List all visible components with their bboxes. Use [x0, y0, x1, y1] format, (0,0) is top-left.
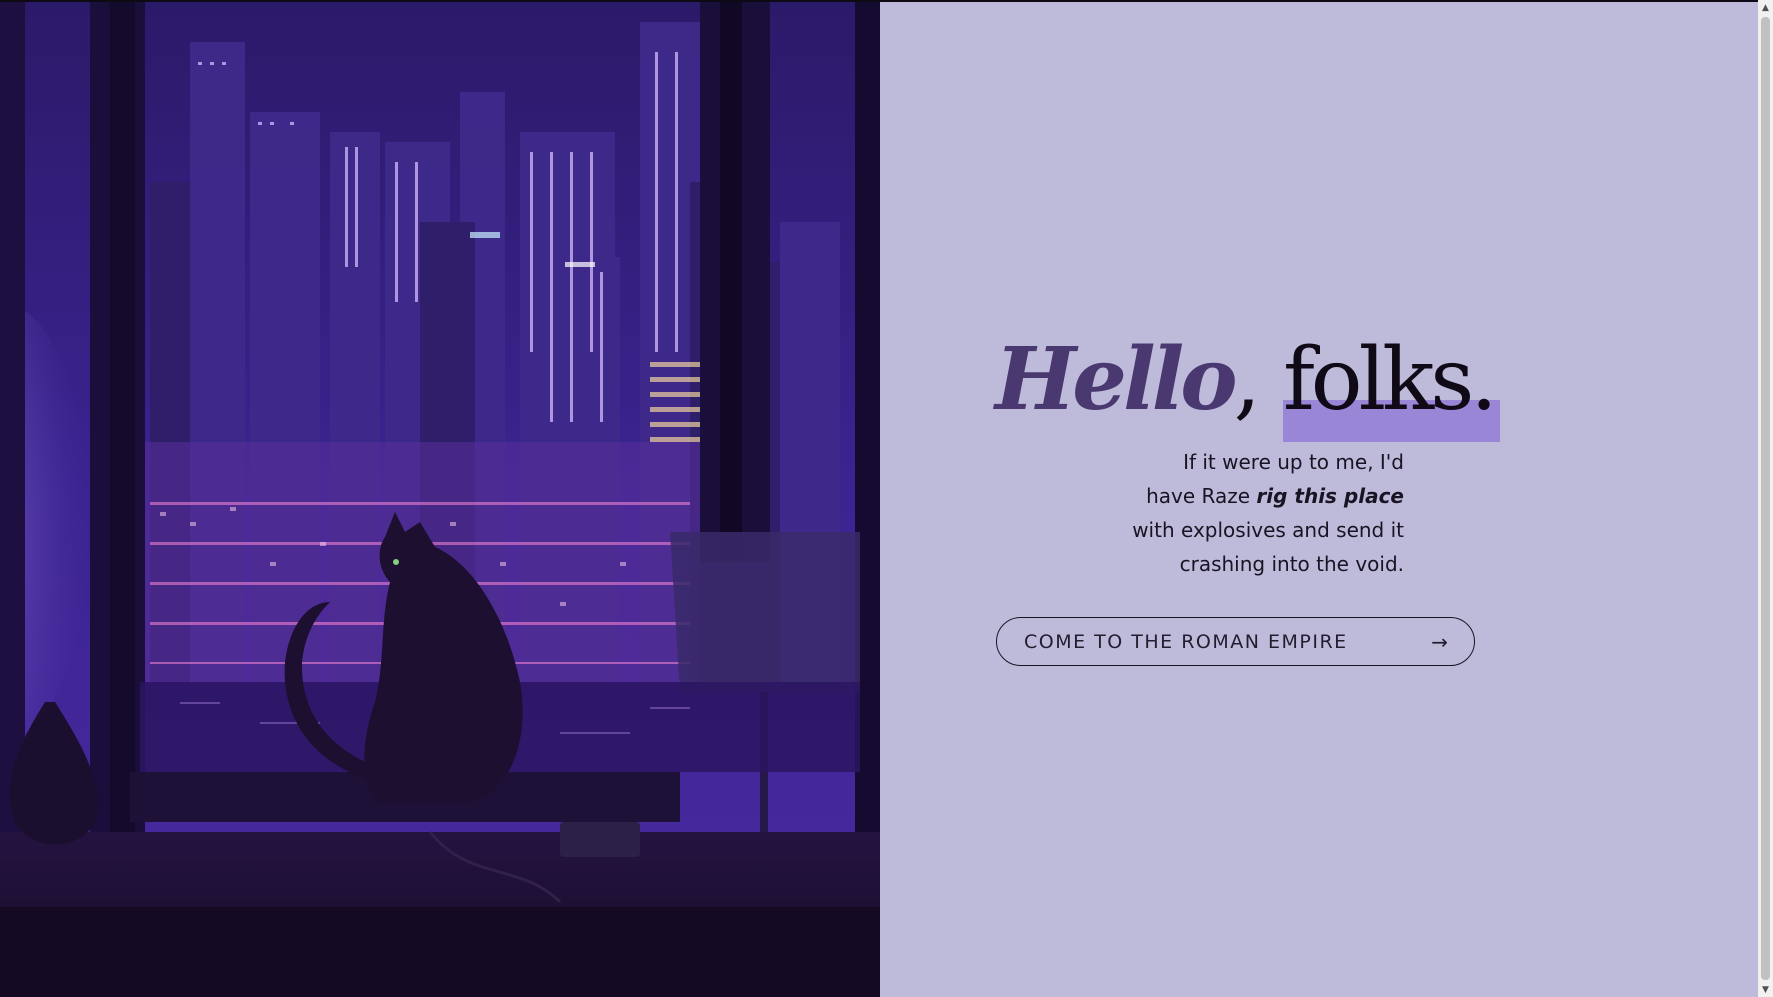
hero-content: Hello, folks. If it were up to me, I'd h… [880, 2, 1758, 997]
hero-headline: Hello, folks. [995, 337, 1498, 424]
hero-tagline: If it were up to me, I'd have Raze rig t… [1130, 445, 1404, 581]
landing-page: Hello, folks. If it were up to me, I'd h… [0, 0, 1773, 997]
tagline-emphasis: rig this place [1256, 484, 1404, 508]
scroll-down-icon[interactable]: ▼ [1758, 982, 1773, 997]
roman-empire-button[interactable]: COME TO THE ROMAN EMPIRE → [996, 617, 1475, 666]
arrow-right-icon: → [1431, 629, 1448, 654]
night-city-cat-illustration [0, 2, 880, 997]
hero-image [0, 2, 880, 997]
headline-comma: , [1233, 330, 1261, 430]
tagline-text-end: with explosives and send it crashing int… [1132, 518, 1404, 576]
scroll-up-icon[interactable]: ▲ [1758, 0, 1773, 15]
cta-label: COME TO THE ROMAN EMPIRE [1024, 630, 1348, 653]
vertical-scrollbar[interactable]: ▲ ▼ [1758, 0, 1773, 997]
scrollbar-thumb[interactable] [1761, 17, 1770, 980]
headline-folks: folks. [1282, 330, 1498, 430]
headline-hello: Hello [995, 329, 1238, 430]
